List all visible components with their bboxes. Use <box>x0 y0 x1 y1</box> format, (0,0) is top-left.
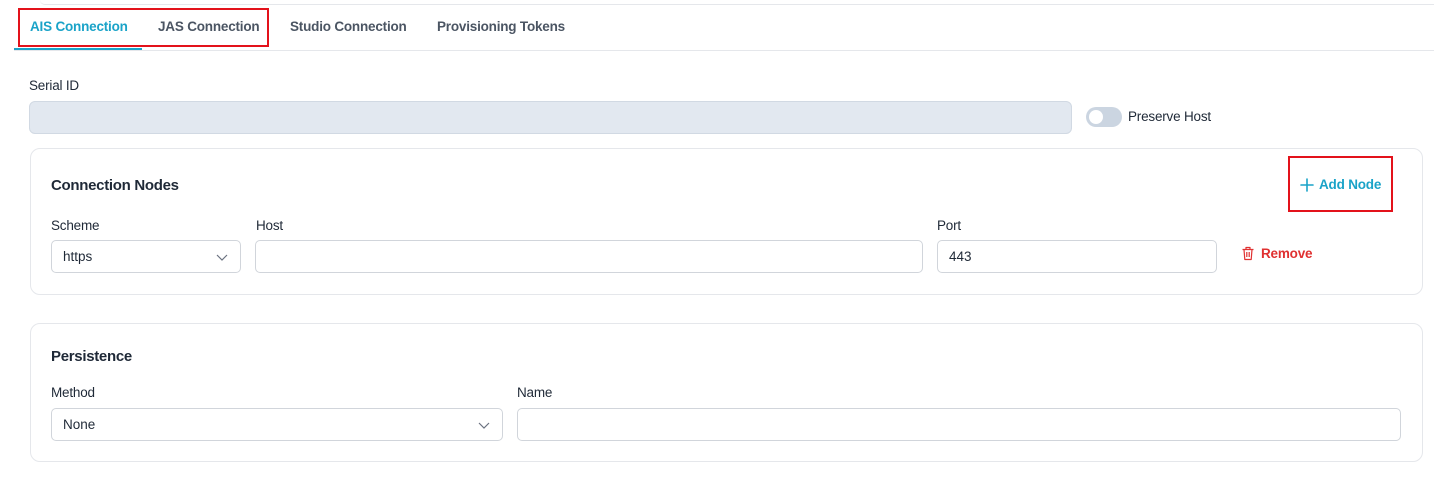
add-node-button[interactable]: Add Node <box>1300 177 1381 192</box>
tab-jas-connection[interactable]: JAS Connection <box>158 19 260 34</box>
port-input[interactable]: 443 <box>937 240 1217 273</box>
port-value: 443 <box>949 249 972 264</box>
serial-id-label: Serial ID <box>29 78 79 93</box>
tab-bar: AIS Connection JAS Connection Studio Con… <box>14 10 1434 51</box>
method-select[interactable]: None <box>51 408 503 441</box>
preserve-host-toggle[interactable] <box>1086 107 1122 127</box>
preserve-host-label: Preserve Host <box>1128 109 1211 124</box>
plus-icon <box>1300 177 1314 192</box>
method-value: None <box>63 417 96 432</box>
host-input[interactable] <box>255 240 923 273</box>
connection-nodes-title: Connection Nodes <box>51 177 179 194</box>
host-label: Host <box>256 218 283 233</box>
persistence-title: Persistence <box>51 348 132 365</box>
scheme-select[interactable]: https <box>51 240 241 273</box>
trash-icon <box>1242 246 1254 261</box>
remove-label: Remove <box>1261 246 1313 261</box>
persistence-card <box>30 323 1423 462</box>
tab-studio-connection[interactable]: Studio Connection <box>290 19 407 34</box>
name-input[interactable] <box>517 408 1401 441</box>
active-tab-indicator <box>14 48 142 50</box>
serial-id-input[interactable] <box>29 101 1072 134</box>
chevron-down-icon <box>216 254 228 261</box>
chevron-down-icon <box>478 422 490 429</box>
scheme-label: Scheme <box>51 218 100 233</box>
tab-provisioning-tokens[interactable]: Provisioning Tokens <box>437 19 565 34</box>
tab-ais-connection[interactable]: AIS Connection <box>30 19 128 34</box>
name-label: Name <box>517 385 553 400</box>
method-label: Method <box>51 385 95 400</box>
scheme-value: https <box>63 249 93 264</box>
top-divider <box>40 0 1434 5</box>
add-node-label: Add Node <box>1319 177 1382 192</box>
remove-node-button[interactable]: Remove <box>1241 246 1313 261</box>
toggle-knob <box>1089 110 1103 124</box>
port-label: Port <box>937 218 961 233</box>
